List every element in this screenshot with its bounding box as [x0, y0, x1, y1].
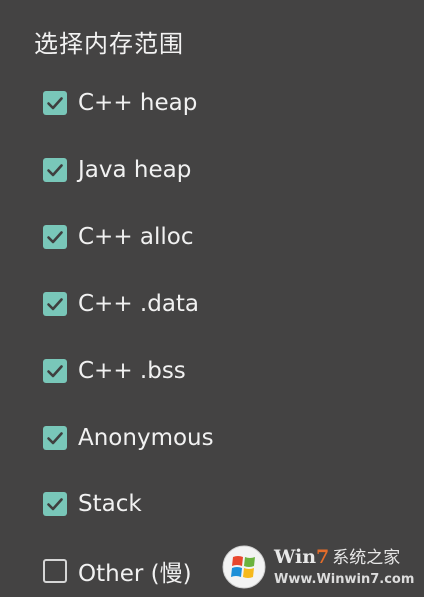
option-cpp-bss[interactable]: C++ .bss: [0, 338, 424, 404]
option-label: Java heap: [78, 157, 192, 183]
option-java-heap[interactable]: Java heap: [0, 137, 424, 203]
option-cpp-heap[interactable]: C++ heap: [0, 70, 424, 136]
windows-logo-icon: [222, 545, 266, 589]
option-label: C++ .data: [78, 291, 200, 317]
option-label: Other (慢): [78, 561, 192, 587]
checkbox-unchecked-icon[interactable]: [43, 559, 67, 583]
watermark-url: Www.Winwin7.com: [274, 572, 415, 587]
memory-range-dialog: 选择内存范围 C++ heap Java heap C++ alloc C++ …: [0, 0, 424, 597]
checkbox-checked-icon[interactable]: [43, 292, 67, 316]
option-label: Anonymous: [78, 425, 214, 451]
option-stack[interactable]: Stack: [0, 471, 424, 537]
option-label: C++ .bss: [78, 358, 186, 384]
option-cpp-alloc[interactable]: C++ alloc: [0, 204, 424, 270]
checkbox-checked-icon[interactable]: [43, 426, 67, 450]
watermark-text: Win7 系统之家 Www.Winwin7.com: [274, 546, 415, 587]
option-label: C++ alloc: [78, 224, 194, 250]
option-label: C++ heap: [78, 90, 198, 116]
option-anonymous[interactable]: Anonymous: [0, 405, 424, 471]
checkbox-checked-icon[interactable]: [43, 492, 67, 516]
checkbox-checked-icon[interactable]: [43, 91, 67, 115]
watermark-brand: Win7 系统之家: [274, 546, 401, 568]
checkbox-checked-icon[interactable]: [43, 225, 67, 249]
checkbox-checked-icon[interactable]: [43, 158, 67, 182]
watermark: Win7 系统之家 Www.Winwin7.com: [222, 543, 418, 591]
option-label: Stack: [78, 491, 142, 517]
checkbox-checked-icon[interactable]: [43, 359, 67, 383]
dialog-title: 选择内存范围: [34, 30, 184, 58]
option-cpp-data[interactable]: C++ .data: [0, 271, 424, 337]
